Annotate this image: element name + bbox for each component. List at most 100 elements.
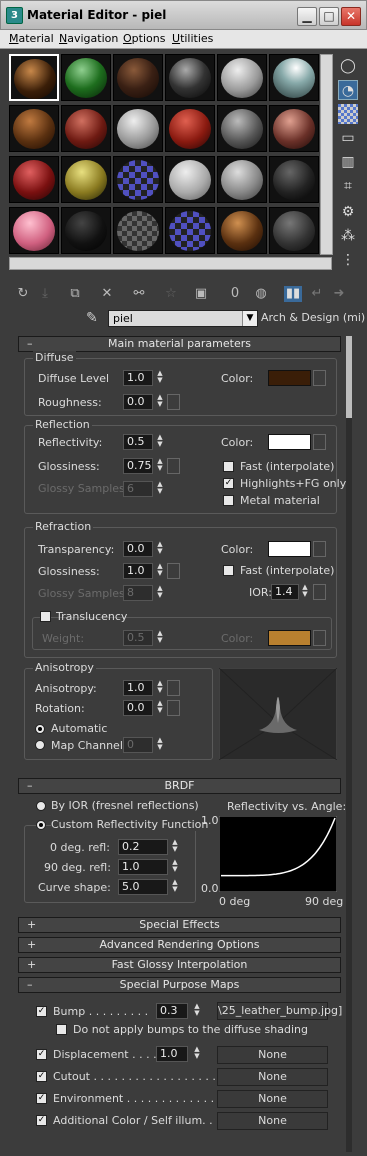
reflection-samples-spinner[interactable]: ▲ ▼ — [155, 481, 165, 497]
refraction-glossiness-map-button[interactable] — [167, 563, 180, 579]
deg90-spinner[interactable]: ▲ ▼ — [170, 859, 180, 875]
slots-horizontal-scrollbar[interactable] — [9, 257, 332, 270]
rotation-field[interactable]: 0.0 — [123, 700, 153, 716]
material-id-icon[interactable]: 0 — [226, 286, 244, 302]
copy-material-icon[interactable]: ⚯ — [130, 286, 148, 302]
reflection-samples-field[interactable]: 6 — [123, 481, 153, 497]
custom-reflectivity-radio[interactable] — [36, 820, 46, 830]
sample-slot[interactable] — [9, 105, 59, 152]
sample-slot[interactable] — [165, 156, 215, 203]
make-preview-icon[interactable]: ⌗ — [338, 176, 358, 196]
additional-color-checkbox[interactable]: ✓ — [36, 1115, 47, 1126]
diffuse-color-swatch[interactable] — [268, 370, 311, 386]
refraction-color-swatch[interactable] — [268, 541, 311, 557]
deg90-field[interactable]: 1.0 — [118, 859, 168, 875]
anisotropy-spinner[interactable]: ▲ ▼ — [155, 680, 165, 696]
background-icon[interactable] — [338, 104, 358, 124]
menu-utilities[interactable]: Utilities — [172, 32, 213, 45]
sample-slot[interactable] — [9, 156, 59, 203]
put-to-library-icon[interactable]: ▣ — [192, 286, 210, 302]
translucency-checkbox[interactable] — [40, 611, 51, 622]
sample-slot[interactable] — [113, 207, 163, 254]
show-map-icon[interactable]: ◍ — [252, 286, 270, 302]
sample-slot[interactable] — [9, 54, 59, 101]
go-to-parent-icon[interactable]: ↵ — [308, 286, 326, 302]
reflection-glossiness-spinner[interactable]: ▲ ▼ — [155, 458, 165, 474]
rollout-fast-glossy[interactable]: + Fast Glossy Interpolation — [18, 957, 341, 973]
refraction-samples-field[interactable]: 8 — [123, 585, 153, 601]
reflectivity-field[interactable]: 0.5 — [123, 434, 153, 450]
get-material-icon[interactable]: ↻ — [14, 286, 32, 302]
material-type-button[interactable]: Arch & Design (mi) — [261, 311, 365, 324]
panel-scrollbar-thumb[interactable] — [346, 336, 352, 418]
bump-amount-spinner[interactable]: ▲ ▼ — [192, 1003, 202, 1019]
no-diffuse-bump-checkbox[interactable] — [56, 1024, 67, 1035]
transparency-spinner[interactable]: ▲ ▼ — [155, 541, 165, 557]
video-color-check-icon[interactable]: ▥ — [338, 152, 358, 172]
maximize-button[interactable]: □ — [319, 7, 339, 26]
reflection-fast-checkbox[interactable] — [223, 461, 234, 472]
roughness-spinner[interactable]: ▲ ▼ — [155, 394, 165, 410]
anisotropy-field[interactable]: 1.0 — [123, 680, 153, 696]
menu-navigation[interactable]: Navigation — [59, 32, 118, 45]
reflection-color-swatch[interactable] — [268, 434, 311, 450]
slots-vertical-scrollbar[interactable] — [320, 54, 333, 255]
material-name-field[interactable]: piel ▼ — [108, 310, 258, 327]
refraction-samples-spinner[interactable]: ▲ ▼ — [155, 585, 165, 601]
sample-slot[interactable] — [9, 207, 59, 254]
displacement-amount-field[interactable]: 1.0 — [156, 1046, 188, 1062]
cutout-checkbox[interactable]: ✓ — [36, 1071, 47, 1082]
rollout-main-parameters[interactable]: – Main material parameters — [18, 336, 341, 352]
rotation-map-button[interactable] — [167, 700, 180, 716]
automatic-radio[interactable] — [35, 724, 45, 734]
uv-tiling-icon[interactable]: ▭ — [338, 128, 358, 148]
metal-material-checkbox[interactable] — [223, 495, 234, 506]
show-end-result-icon[interactable]: ▮▮ — [284, 286, 302, 302]
displacement-amount-spinner[interactable]: ▲ ▼ — [192, 1046, 202, 1062]
environment-checkbox[interactable]: ✓ — [36, 1093, 47, 1104]
roughness-field[interactable]: 0.0 — [123, 394, 153, 410]
make-unique-icon[interactable]: ☆ — [162, 286, 180, 302]
sample-slot[interactable] — [165, 54, 215, 101]
reflection-glossiness-field[interactable]: 0.75 — [123, 458, 153, 474]
ior-map-button[interactable] — [313, 584, 326, 600]
reflectivity-spinner[interactable]: ▲ ▼ — [155, 434, 165, 450]
curve-shape-field[interactable]: 5.0 — [118, 879, 168, 895]
rollout-special-purpose-maps[interactable]: – Special Purpose Maps — [18, 977, 341, 993]
map-channel-field[interactable]: 0 — [123, 737, 153, 753]
bump-amount-field[interactable]: 0.3 — [156, 1003, 188, 1019]
minimize-button[interactable]: ▁ — [297, 7, 317, 26]
rollout-brdf[interactable]: – BRDF — [18, 778, 341, 794]
environment-map-button[interactable]: None — [217, 1090, 328, 1108]
reset-icon[interactable]: ✕ — [98, 286, 116, 302]
select-by-material-icon[interactable]: ⁂ — [338, 226, 358, 246]
sample-slot[interactable] — [269, 54, 319, 101]
deg0-spinner[interactable]: ▲ ▼ — [170, 839, 180, 855]
sample-slot[interactable] — [61, 156, 111, 203]
diffuse-level-spinner[interactable]: ▲ ▼ — [155, 370, 165, 386]
sample-slot[interactable] — [165, 207, 215, 254]
deg0-field[interactable]: 0.2 — [118, 839, 168, 855]
sample-type-icon[interactable]: ◯ — [338, 56, 358, 76]
translucency-weight-spinner[interactable]: ▲ ▼ — [155, 630, 165, 646]
reflection-glossiness-map-button[interactable] — [167, 458, 180, 474]
additional-color-map-button[interactable]: None — [217, 1112, 328, 1130]
assign-to-selection-icon[interactable]: ⧉ — [66, 286, 84, 302]
refraction-glossiness-spinner[interactable]: ▲ ▼ — [155, 563, 165, 579]
chevron-down-icon[interactable]: ▼ — [242, 311, 257, 326]
rotation-spinner[interactable]: ▲ ▼ — [155, 700, 165, 716]
bump-map-button[interactable]: \25_leather_bump.jpg] — [217, 1002, 342, 1020]
put-to-scene-icon[interactable]: ⤓ — [36, 286, 54, 302]
by-ior-radio[interactable] — [36, 801, 46, 811]
sample-slot[interactable] — [217, 207, 267, 254]
bump-checkbox[interactable]: ✓ — [36, 1006, 47, 1017]
translucency-color-map-button[interactable] — [313, 630, 326, 646]
sample-slot[interactable] — [113, 105, 163, 152]
app-icon[interactable]: 3 — [6, 7, 23, 24]
sample-slot[interactable] — [217, 54, 267, 101]
ior-spinner[interactable]: ▲ ▼ — [300, 584, 310, 600]
panel-scrollbar[interactable] — [346, 336, 352, 1152]
map-channel-spinner[interactable]: ▲ ▼ — [155, 737, 165, 753]
refraction-glossiness-field[interactable]: 1.0 — [123, 563, 153, 579]
backlight-icon[interactable]: ◔ — [338, 80, 358, 100]
